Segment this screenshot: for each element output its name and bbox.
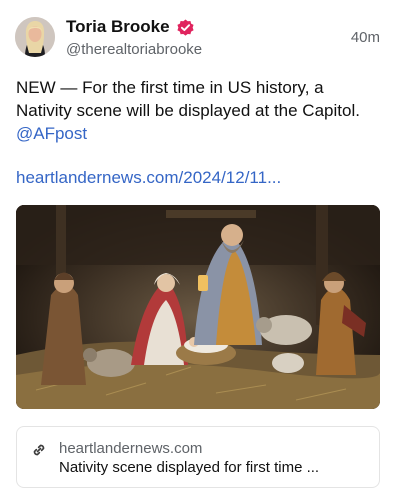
author-row: Toria Brooke [66, 17, 195, 37]
social-post: Toria Brooke @therealtoriabrooke 40m NEW… [0, 0, 396, 500]
link-card-title: Nativity scene displayed for first time … [59, 459, 320, 476]
link-icon [30, 441, 48, 459]
author-name[interactable]: Toria Brooke [66, 17, 170, 37]
link-preview-card[interactable]: heartlandernews.com Nativity scene displ… [16, 426, 380, 488]
post-text-block: NEW — For the first time in US history, … [16, 76, 366, 145]
verified-badge-icon [176, 18, 195, 37]
post-image[interactable] [16, 205, 380, 409]
post-url-link[interactable]: heartlandernews.com/2024/12/11... [16, 166, 281, 189]
post-timestamp: 40m [350, 29, 380, 46]
mention-link[interactable]: @AFpost [16, 124, 87, 143]
avatar[interactable] [15, 17, 55, 57]
post-text: NEW — For the first time in US history, … [16, 78, 360, 120]
author-handle[interactable]: @therealtoriabrooke [66, 40, 202, 60]
link-card-domain: heartlandernews.com [59, 440, 203, 457]
